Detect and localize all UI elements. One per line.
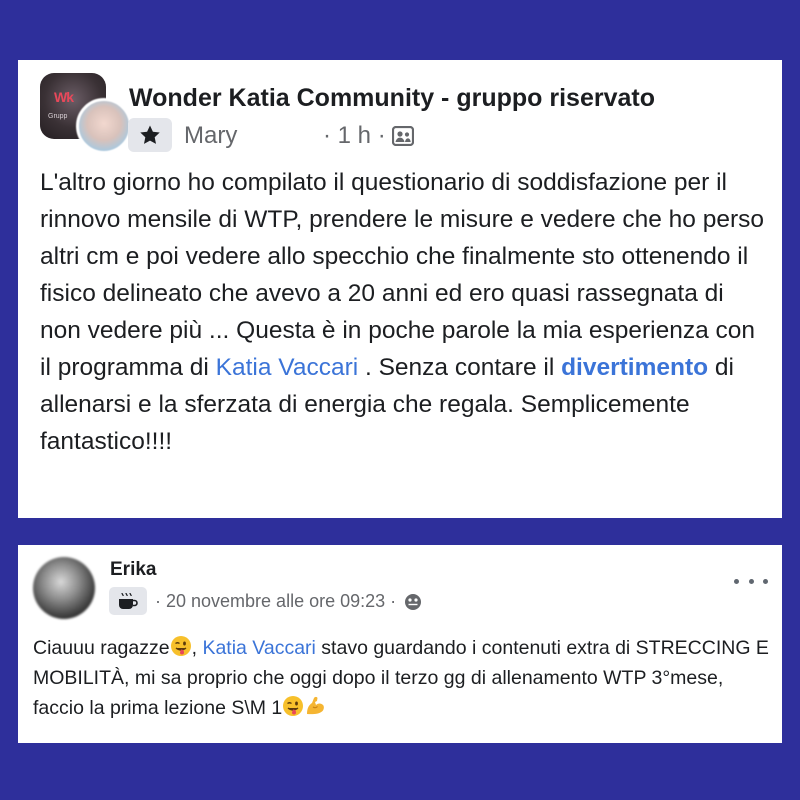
post-meta: · 20 novembre alle ore 09:23 · (155, 591, 422, 612)
star-badge[interactable] (128, 118, 172, 152)
group-logo-subtext: Grupp (48, 113, 68, 120)
flexed-biceps-icon (307, 696, 325, 715)
coffee-badge[interactable] (109, 587, 147, 615)
more-options-button[interactable] (734, 571, 768, 591)
hashtag-link[interactable]: divertimento (561, 354, 708, 381)
post-text-part1: Ciauuu ragazze (33, 637, 170, 659)
avatar[interactable] (76, 98, 132, 154)
group-name-link[interactable]: Wonder Katia Community - gruppo riservat… (129, 84, 655, 113)
avatar[interactable] (33, 557, 95, 619)
author-name-link[interactable]: Erika (110, 559, 156, 581)
group-logo-text: Wk (54, 89, 74, 105)
post-text-part1: L'altro giorno ho compilato il questiona… (40, 169, 765, 381)
mention-link[interactable]: Katia Vaccari (216, 354, 359, 381)
group-members-icon (391, 126, 414, 146)
winking-face-tongue-icon (170, 636, 191, 656)
post-card-mary: Wk Grupp Wonder Katia Community - gruppo… (18, 60, 782, 518)
post-card-erika: Erika · 20 novembre alle ore 09:23 · Cia… (18, 545, 782, 743)
globe-icon (405, 593, 422, 610)
author-name-link[interactable]: Mary (184, 122, 237, 150)
post-body: L'altro giorno ho compilato il questiona… (40, 164, 770, 460)
post-timestamp[interactable]: · 1 h · (323, 122, 386, 150)
winking-face-tongue-icon (283, 696, 304, 716)
post-body: Ciauuu ragazze , Katia Vaccari stavo gua… (33, 636, 769, 719)
mention-link[interactable]: Katia Vaccari (202, 637, 315, 659)
post-timestamp[interactable]: · 20 novembre alle ore 09:23 · (155, 591, 396, 612)
more-options-icon (734, 578, 739, 584)
post-text-part2: . Senza contare il (358, 354, 562, 381)
coffee-cup-icon (119, 592, 138, 609)
star-badge-icon (140, 125, 160, 144)
post-meta: · 1 h · (323, 122, 414, 150)
